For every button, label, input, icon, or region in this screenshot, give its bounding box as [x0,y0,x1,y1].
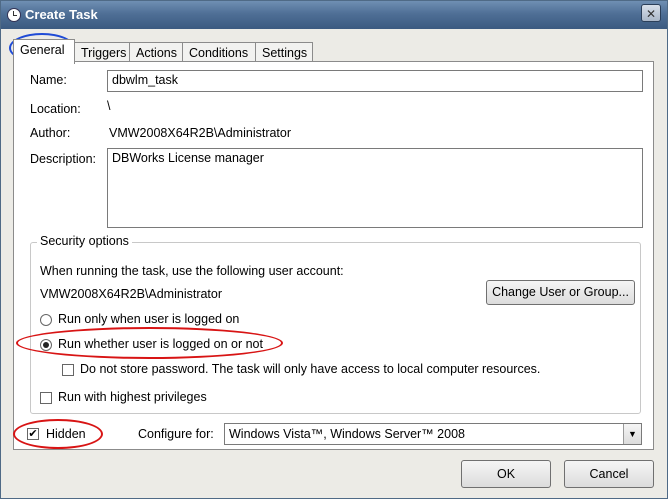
author-label: Author: [30,126,71,140]
do-not-store-password-checkbox[interactable] [62,364,74,376]
hidden-label: Hidden [46,427,86,441]
author-value: VMW2008X64R2B\Administrator [109,126,292,140]
location-value: \ [107,99,111,113]
create-task-dialog: Create Task ✕ General Triggers Actions C… [0,0,668,499]
location-label: Location: [30,102,81,116]
tab-triggers[interactable]: Triggers [74,42,130,62]
highest-privileges-checkbox[interactable] [40,392,52,404]
security-options-title: Security options [37,234,132,248]
change-user-button[interactable]: Change User or Group... [486,280,635,305]
name-field[interactable]: dbwlm_task [107,70,643,92]
configure-for-label: Configure for: [138,427,214,441]
title-bar[interactable]: Create Task ✕ [1,1,667,29]
description-label: Description: [30,152,96,166]
highest-privileges-label: Run with highest privileges [58,390,207,404]
name-label: Name: [30,73,67,87]
tab-conditions[interactable]: Conditions [182,42,256,62]
tab-general[interactable]: General [13,39,75,64]
tab-actions[interactable]: Actions [129,42,183,62]
configure-for-value: Windows Vista™, Windows Server™ 2008 [229,427,465,441]
run-only-logged-on-label: Run only when user is logged on [58,312,240,326]
run-only-logged-on-radio[interactable] [40,314,52,326]
general-panel: Name: dbwlm_task Location: \ Author: VMW… [13,61,654,450]
hidden-checkbox[interactable]: ✔ [27,428,39,440]
cancel-button[interactable]: Cancel [564,460,654,488]
configure-for-select[interactable]: Windows Vista™, Windows Server™ 2008 ▼ [224,423,642,445]
window-title: Create Task [25,7,98,22]
dropdown-arrow-icon[interactable]: ▼ [623,424,641,444]
description-field[interactable]: DBWorks License manager [107,148,643,228]
ok-button[interactable]: OK [461,460,551,488]
security-options-group: Security options When running the task, … [30,234,641,414]
account-prompt: When running the task, use the following… [40,264,344,278]
do-not-store-password-label: Do not store password. The task will onl… [80,362,541,376]
close-button[interactable]: ✕ [641,4,661,22]
run-whether-logged-on-label: Run whether user is logged on or not [58,337,263,351]
run-whether-logged-on-radio[interactable] [40,339,52,351]
clock-icon [7,8,21,22]
account-value: VMW2008X64R2B\Administrator [40,287,223,301]
tab-settings[interactable]: Settings [255,42,313,62]
